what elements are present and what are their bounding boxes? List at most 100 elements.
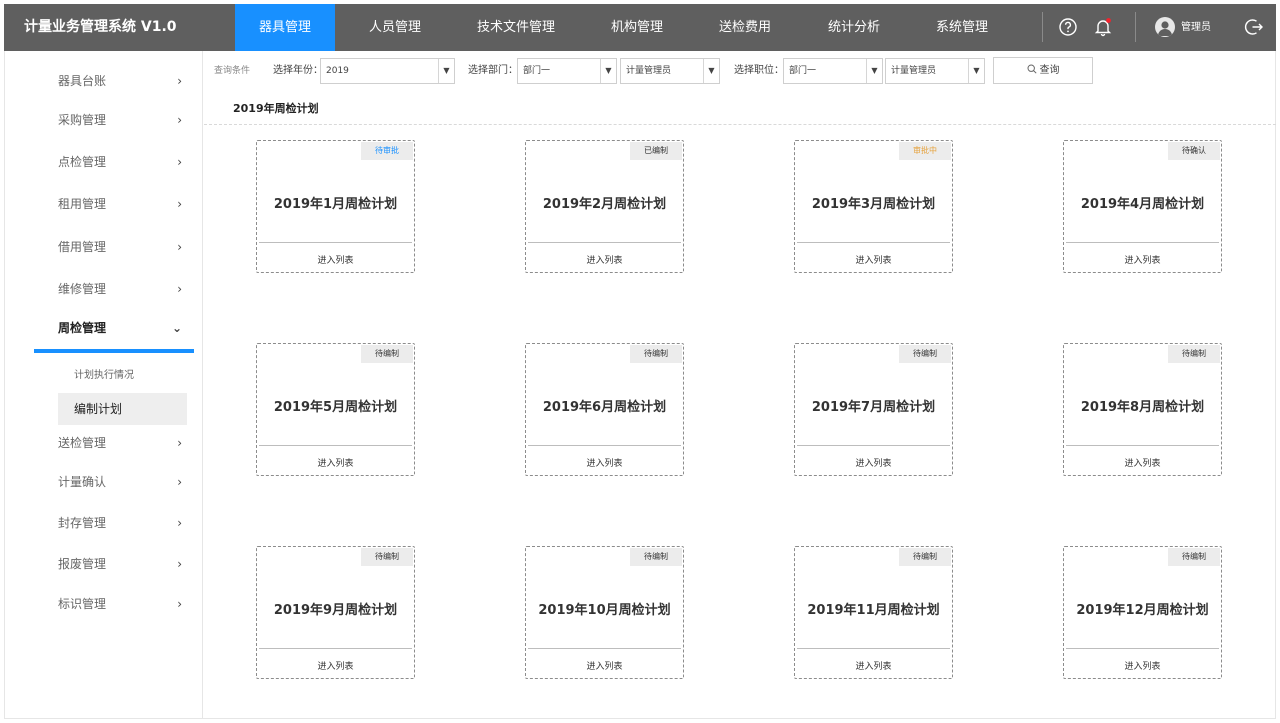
status-badge: 待编制 — [630, 548, 682, 566]
enter-list-link[interactable]: 进入列表 — [795, 659, 952, 672]
plan-card[interactable]: 待编制 2019年11月周检计划 进入列表 — [794, 546, 953, 679]
chevron-right-icon: › — [177, 516, 182, 530]
plan-card[interactable]: 待编制 2019年7月周检计划 进入列表 — [794, 343, 953, 476]
enter-list-link[interactable]: 进入列表 — [1064, 456, 1221, 469]
plan-card-title: 2019年2月周检计划 — [542, 197, 667, 212]
card-divider — [1066, 648, 1219, 649]
chevron-right-icon: › — [177, 240, 182, 254]
sidebar-item-labeling[interactable]: 标识管理 › — [58, 593, 188, 615]
sidebar-item-instrument-ledger[interactable]: 器具台账 › — [58, 70, 188, 92]
caret-down-icon: ▼ — [703, 59, 719, 83]
nav-item-inspection-fees[interactable]: 送检费用 — [695, 4, 795, 51]
sidebar-item-send-inspection[interactable]: 送检管理 › — [58, 432, 188, 454]
card-divider — [259, 648, 412, 649]
plan-card-title: 2019年8月周检计划 — [1080, 400, 1205, 415]
enter-list-link[interactable]: 进入列表 — [795, 253, 952, 266]
nav-item-instruments[interactable]: 器具管理 — [235, 4, 335, 51]
plan-card[interactable]: 已编制 2019年2月周检计划 进入列表 — [525, 140, 684, 273]
enter-list-link[interactable]: 进入列表 — [1064, 253, 1221, 266]
user-avatar-icon[interactable] — [1155, 17, 1175, 37]
caret-down-icon: ▼ — [866, 59, 882, 83]
sidebar-subitem-compile-plan[interactable]: 编制计划 — [58, 393, 187, 425]
nav-item-system[interactable]: 系统管理 — [912, 4, 1012, 51]
plan-card[interactable]: 待编制 2019年12月周检计划 进入列表 — [1063, 546, 1222, 679]
position-role-select[interactable]: 计量管理员 ▼ — [885, 58, 985, 84]
plan-card[interactable]: 待确认 2019年4月周检计划 进入列表 — [1063, 140, 1222, 273]
department-select[interactable]: 部门一 ▼ — [517, 58, 617, 84]
enter-list-link[interactable]: 进入列表 — [526, 253, 683, 266]
filter-title: 查询条件 — [214, 66, 251, 76]
sidebar: 器具台账 › 采购管理 › 点检管理 › 租用管理 › 借用管理 › 维修管理 › 周检管理… — [4, 51, 203, 719]
card-divider — [259, 242, 412, 243]
sidebar-item-sealing[interactable]: 封存管理 › — [58, 512, 188, 534]
year-select[interactable]: 2019 ▼ — [320, 58, 455, 84]
nav-item-statistics[interactable]: 统计分析 — [804, 4, 904, 51]
plan-card[interactable]: 待编制 2019年6月周检计划 进入列表 — [525, 343, 684, 476]
status-badge: 待审批 — [361, 142, 413, 160]
enter-list-link[interactable]: 进入列表 — [526, 659, 683, 672]
plan-card[interactable]: 待审批 2019年1月周检计划 进入列表 — [256, 140, 415, 273]
status-badge: 待编制 — [361, 548, 413, 566]
sidebar-item-label: 报废管理 — [58, 557, 107, 571]
sidebar-item-label: 点检管理 — [58, 155, 107, 169]
sidebar-item-borrowing[interactable]: 借用管理 › — [58, 236, 188, 258]
sidebar-item-procurement[interactable]: 采购管理 › — [58, 109, 188, 131]
plan-card[interactable]: 待编制 2019年5月周检计划进入列表 — [256, 343, 415, 476]
status-badge: 待确认 — [1168, 142, 1220, 160]
status-badge: 待编制 — [361, 345, 413, 363]
sidebar-item-label: 封存管理 — [58, 516, 107, 530]
chevron-right-icon: › — [177, 155, 182, 169]
chevron-right-icon: › — [177, 557, 182, 571]
status-badge: 待编制 — [1168, 548, 1220, 566]
sidebar-item-spot-check[interactable]: 点检管理 › — [58, 151, 188, 173]
sidebar-item-maintenance[interactable]: 维修管理 › — [58, 278, 188, 300]
help-circle-icon[interactable] — [1058, 17, 1078, 37]
card-divider — [797, 445, 950, 446]
plan-card[interactable]: 待编制 2019年8月周检计划 进入列表 — [1063, 343, 1222, 476]
enter-list-link[interactable]: 进入列表 — [1064, 659, 1221, 672]
chevron-right-icon: › — [177, 197, 182, 211]
enter-list-link[interactable]: 进入列表 — [257, 456, 414, 469]
top-nav-bar: 计量业务管理系统 V1.0 器具管理 人员管理 技术文件管理 机构管理 送检费用… — [4, 4, 1276, 51]
nav-item-tech-docs[interactable]: 技术文件管理 — [460, 4, 572, 51]
sidebar-item-scrap[interactable]: 报废管理 › — [58, 553, 188, 575]
department-role-select[interactable]: 计量管理员 ▼ — [620, 58, 720, 84]
chevron-right-icon: › — [177, 475, 182, 489]
card-divider — [797, 648, 950, 649]
sidebar-item-label: 借用管理 — [58, 240, 107, 254]
position-role-select-value: 计量管理员 — [891, 66, 937, 76]
user-name[interactable]: 管理员 — [1181, 4, 1211, 51]
position-label: 选择职位： — [734, 65, 784, 76]
bell-icon[interactable] — [1093, 17, 1113, 37]
enter-list-link[interactable]: 进入列表 — [257, 659, 414, 672]
plan-card-title: 2019年11月周检计划 — [807, 603, 940, 618]
enter-list-link[interactable]: 进入列表 — [795, 456, 952, 469]
nav-item-personnel[interactable]: 人员管理 — [345, 4, 445, 51]
nav-divider — [1135, 12, 1136, 42]
sidebar-item-rental[interactable]: 租用管理 › — [58, 193, 188, 215]
sidebar-subitem-plan-execution[interactable]: 计划执行情况 — [58, 360, 187, 392]
plan-card[interactable]: 待编制 2019年9月周检计划 进入列表 — [256, 546, 415, 679]
sidebar-item-metrology-confirm[interactable]: 计量确认 › — [58, 471, 188, 493]
enter-list-link[interactable]: 进入列表 — [526, 456, 683, 469]
chevron-right-icon: › — [177, 282, 182, 296]
status-badge: 审批中 — [899, 142, 951, 160]
plan-card[interactable]: 审批中 2019年3月周检计划 进入列表 — [794, 140, 953, 273]
card-divider — [1066, 242, 1219, 243]
caret-down-icon: ▼ — [438, 59, 454, 83]
search-button[interactable]: 查询 — [993, 57, 1093, 84]
card-divider — [797, 242, 950, 243]
filter-bar: 查询条件 选择年份： 2019 ▼ 选择部门： 部门一 ▼ 计量管理员 ▼ 选择… — [204, 51, 1276, 91]
enter-list-link[interactable]: 进入列表 — [257, 253, 414, 266]
card-divider — [528, 648, 681, 649]
nav-item-organization[interactable]: 机构管理 — [587, 4, 687, 51]
position-select[interactable]: 部门一 ▼ — [783, 58, 883, 84]
logout-icon[interactable] — [1244, 17, 1264, 37]
plan-card[interactable]: 待编制 2019年10月周检计划 进入列表 — [525, 546, 684, 679]
sidebar-item-label: 计量确认 — [58, 475, 107, 489]
plan-card-title: 2019年5月周检计划 — [273, 400, 398, 415]
nav-divider — [1042, 12, 1043, 42]
status-badge: 待编制 — [630, 345, 682, 363]
sidebar-item-periodic-inspection[interactable]: 周检管理 ⌄ — [58, 317, 188, 339]
section-title: 2019年周检计划 — [233, 102, 319, 115]
